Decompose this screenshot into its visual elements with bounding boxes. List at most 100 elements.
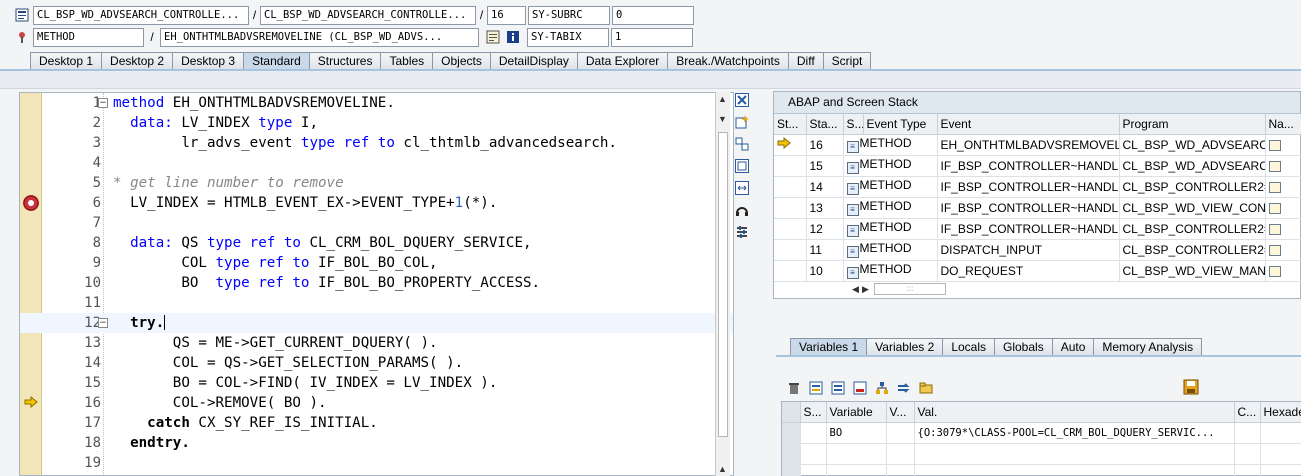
- stack-row[interactable]: 12 ≡ METHOD IF_BSP_CONTROLLER~HANDLE... C…: [774, 218, 1301, 240]
- hierarchy-icon[interactable]: [874, 380, 890, 396]
- row-selector[interactable]: [782, 422, 801, 444]
- fold-toggle-icon[interactable]: −: [98, 98, 108, 108]
- event-type-field[interactable]: METHOD: [33, 27, 144, 47]
- variable-name-cell[interactable]: BO: [826, 422, 887, 444]
- code-line: 19: [84, 455, 101, 471]
- stack-row[interactable]: 10 ≡ METHOD DO_REQUEST CL_BSP_WD_VIEW_MAN…: [774, 260, 1301, 282]
- vars-tab-divider: [776, 355, 1301, 357]
- tab-breakpoints[interactable]: Break./Watchpoints: [667, 52, 789, 70]
- append-row-icon[interactable]: [830, 380, 846, 396]
- tab-globals[interactable]: Globals: [994, 338, 1053, 356]
- variables-header-row: S... Variable V... Val. C... Hexade: [782, 402, 1301, 423]
- col-header[interactable]: S...: [843, 114, 864, 135]
- code-line: 18 endtry.: [84, 435, 190, 451]
- navigate-icon: [1268, 223, 1281, 235]
- tab-desktop-1[interactable]: Desktop 1: [30, 52, 103, 70]
- save-icon[interactable]: [1183, 379, 1199, 395]
- tab-data-explorer[interactable]: Data Explorer: [576, 52, 669, 70]
- tab-tables[interactable]: Tables: [380, 52, 434, 70]
- col-header[interactable]: Program: [1119, 114, 1266, 135]
- scroll-end-icon[interactable]: ▲: [718, 464, 727, 474]
- stack-row[interactable]: 16 ≡ METHOD EH_ONTHTMLBADVSREMOVELI... CL…: [774, 134, 1301, 156]
- fold-toggle-icon[interactable]: −: [98, 318, 108, 328]
- row-selector[interactable]: [782, 464, 801, 476]
- variable-value-cell[interactable]: {O:3079*\CLASS-POOL=CL_CRM_BOL_DQUERY_SE…: [914, 422, 1235, 444]
- scroll-up-icon[interactable]: ▲: [718, 94, 727, 104]
- col-header[interactable]: Sta...: [806, 114, 844, 135]
- event-field[interactable]: EH_ONTHTMLBADVSREMOVELINE (CL_BSP_WD_ADV…: [160, 27, 479, 47]
- tab-variables-1[interactable]: Variables 1: [790, 338, 868, 356]
- scroll-left-icon[interactable]: ◀: [852, 284, 862, 295]
- line-field[interactable]: 16: [487, 5, 526, 25]
- tab-standard[interactable]: Standard: [243, 52, 310, 70]
- separator: /: [252, 8, 257, 22]
- stack-row[interactable]: 11 ≡ METHOD DISPATCH_INPUT CL_BSP_CONTROL…: [774, 239, 1301, 261]
- stack-row[interactable]: 13 ≡ METHOD IF_BSP_CONTROLLER~HANDLE... C…: [774, 197, 1301, 219]
- settings-icon[interactable]: [734, 224, 750, 240]
- tab-objects[interactable]: Objects: [432, 52, 491, 70]
- col-header[interactable]: Hexade: [1260, 402, 1301, 423]
- col-header[interactable]: Val.: [914, 402, 1235, 423]
- variable-row-empty[interactable]: [782, 464, 1301, 476]
- tab-desktop-3[interactable]: Desktop 3: [172, 52, 245, 70]
- maximize-icon[interactable]: [734, 158, 750, 174]
- col-header[interactable]: V...: [886, 402, 915, 423]
- tab-memory-analysis[interactable]: Memory Analysis: [1093, 338, 1203, 356]
- navigate-icon: [1268, 139, 1281, 151]
- include-field[interactable]: CL_BSP_WD_ADVSEARCH_CONTROLLE...: [260, 5, 476, 25]
- tab-desktop-2[interactable]: Desktop 2: [101, 52, 174, 70]
- method-icon: [14, 29, 30, 45]
- col-header[interactable]: St...: [774, 114, 807, 135]
- source-editor[interactable]: 1 − method EH_ONTHTMLBADVSREMOVELINE. 2 …: [19, 92, 734, 476]
- stack-hscrollbar[interactable]: ◀ ▶ :::: [852, 282, 1037, 296]
- tab-detaildisplay[interactable]: DetailDisplay: [489, 52, 578, 70]
- delete-icon[interactable]: [786, 380, 802, 396]
- editor-scrollbar[interactable]: ▲ ▼ ▲: [715, 92, 730, 476]
- stack-row[interactable]: 14 ≡ METHOD IF_BSP_CONTROLLER~HANDLE... C…: [774, 176, 1301, 198]
- tab-variables-2[interactable]: Variables 2: [866, 338, 944, 356]
- sy-tabix-value[interactable]: 1: [611, 27, 693, 47]
- resize-icon[interactable]: [734, 180, 750, 196]
- services-icon[interactable]: [734, 202, 750, 218]
- variable-row-empty[interactable]: [782, 443, 1301, 465]
- insert-row-icon[interactable]: [808, 380, 824, 396]
- program-field[interactable]: CL_BSP_WD_ADVSEARCH_CONTROLLE...: [33, 5, 249, 25]
- col-header[interactable]: Event: [937, 114, 1120, 135]
- swap-tool-icon[interactable]: [734, 136, 750, 152]
- current-frame-arrow-icon: [774, 134, 807, 156]
- method-type-icon: ≡: [846, 141, 859, 153]
- tab-structures[interactable]: Structures: [308, 52, 382, 70]
- tab-auto[interactable]: Auto: [1051, 338, 1095, 356]
- variable-row[interactable]: BO {O:3079*\CLASS-POOL=CL_CRM_BOL_DQUERY…: [782, 422, 1301, 444]
- scroll-down-icon[interactable]: ▼: [718, 114, 727, 124]
- delete-row-icon[interactable]: [852, 380, 868, 396]
- col-header[interactable]: Event Type: [863, 114, 938, 135]
- variables-tabs: Variables 1 Variables 2 Locals Globals A…: [790, 337, 1203, 356]
- tab-diff[interactable]: Diff: [787, 52, 824, 70]
- col-header[interactable]: Variable: [826, 402, 887, 423]
- tab-script[interactable]: Script: [822, 52, 872, 70]
- tab-locals[interactable]: Locals: [942, 338, 995, 356]
- scroll-right-icon[interactable]: ▶: [862, 284, 874, 295]
- code-line-breakpoint: 6 LV_INDEX = HTMLB_EVENT_EX->EVENT_TYPE+…: [20, 193, 733, 213]
- variable-name-cell[interactable]: [826, 443, 887, 465]
- new-tool-icon[interactable]: [734, 114, 750, 130]
- code-line: 5 * get line number to remove: [92, 175, 344, 191]
- stack-pane-title: ABAP and Screen Stack: [774, 92, 1300, 114]
- col-header[interactable]: Na...: [1265, 114, 1301, 135]
- transfer-icon[interactable]: [896, 380, 912, 396]
- code-line: 17 catch CX_SY_REF_IS_INITIAL.: [84, 415, 378, 431]
- sy-subrc-value[interactable]: 0: [612, 5, 694, 25]
- scroll-thumb[interactable]: [718, 132, 728, 437]
- close-icon[interactable]: [734, 92, 750, 108]
- info-icon[interactable]: [505, 29, 521, 45]
- folder-icon[interactable]: [918, 380, 934, 396]
- col-header[interactable]: S...: [800, 402, 827, 423]
- row-selector[interactable]: [782, 443, 801, 465]
- variable-name-cell[interactable]: [826, 464, 887, 476]
- stack-row[interactable]: 15 ≡ METHOD IF_BSP_CONTROLLER~HANDLE... C…: [774, 155, 1301, 177]
- source-code-icon[interactable]: [485, 29, 501, 45]
- scroll-thumb[interactable]: :::: [874, 283, 946, 295]
- breakpoint-icon[interactable]: [23, 195, 39, 211]
- col-header[interactable]: C...: [1234, 402, 1261, 423]
